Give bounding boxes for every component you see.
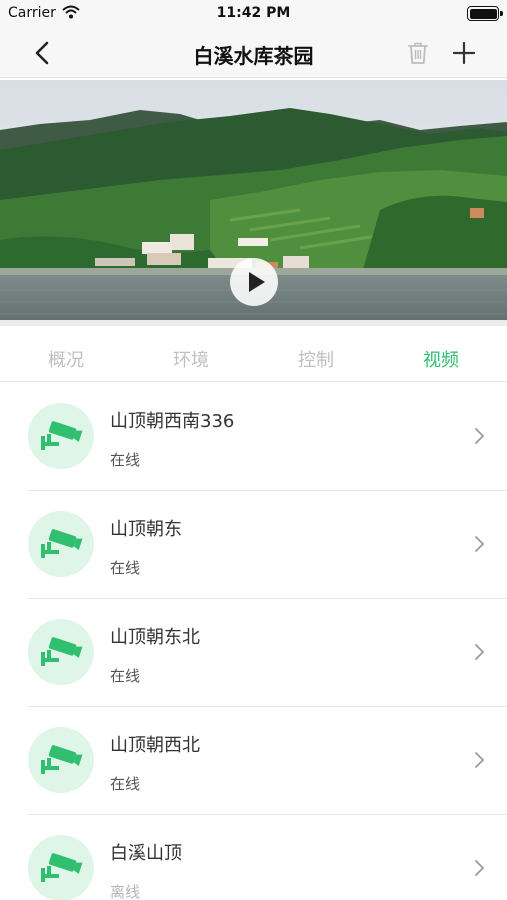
camera-icon [41,745,83,774]
tab-control[interactable]: 控制 [276,346,356,372]
clock: 11:42 PM [216,5,291,21]
play-icon[interactable] [230,258,278,306]
camera-row[interactable]: 山顶朝东北 在线 [0,599,507,707]
tab-video[interactable]: 视频 [401,346,481,372]
camera-icon [41,637,83,666]
camera-status: 离线 [110,883,141,900]
camera-name: 山顶朝西南336 [110,411,235,432]
camera-list: 山顶朝西南336 在线 山顶朝东 在线 山顶朝东北 在线 山顶朝西北 在线 白溪… [0,383,507,900]
video-preview[interactable] [0,80,507,326]
chevron-right-icon [475,644,485,660]
chevron-right-icon [475,428,485,444]
camera-avatar [28,727,94,793]
camera-icon [41,529,83,558]
trash-icon[interactable] [405,40,431,66]
camera-row[interactable]: 白溪山顶 离线 [0,815,507,900]
camera-name: 山顶朝西北 [110,735,200,756]
camera-status: 在线 [110,667,141,685]
camera-status: 在线 [110,775,141,793]
camera-row[interactable]: 山顶朝西北 在线 [0,707,507,815]
camera-icon [41,853,83,882]
chevron-right-icon [475,536,485,552]
camera-name: 山顶朝东北 [110,627,200,648]
tab-environment[interactable]: 环境 [151,346,231,372]
camera-status: 在线 [110,559,141,577]
camera-name: 山顶朝东 [110,519,182,540]
camera-avatar [28,403,94,469]
chevron-right-icon [475,860,485,876]
plus-icon[interactable] [450,39,478,67]
chevron-right-icon [475,752,485,768]
navigation-bar: 白溪水库茶园 [0,28,507,78]
tab-overview[interactable]: 概况 [26,346,106,372]
battery-icon [467,6,503,21]
camera-icon [41,421,83,450]
camera-avatar [28,511,94,577]
camera-row[interactable]: 山顶朝东 在线 [0,491,507,599]
camera-avatar [28,835,94,900]
camera-status: 在线 [110,451,141,469]
camera-name: 白溪山顶 [110,843,182,864]
camera-avatar [28,619,94,685]
camera-row[interactable]: 山顶朝西南336 在线 [0,383,507,491]
status-bar: Carrier 11:42 PM [0,0,507,28]
segment-tabs: 概况 环境 控制 视频 [0,334,507,382]
